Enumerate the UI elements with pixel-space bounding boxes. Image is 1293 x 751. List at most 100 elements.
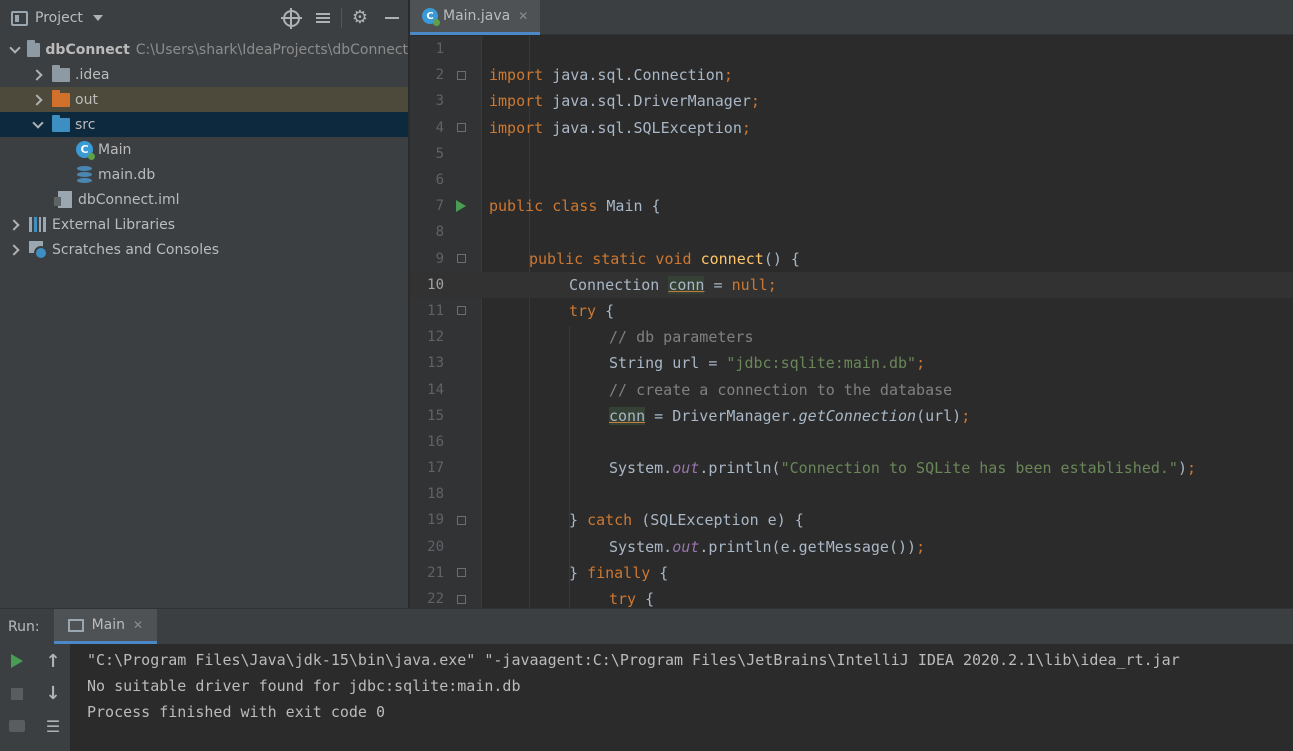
fold-icon[interactable] [456, 515, 466, 525]
tree-item-src[interactable]: src [0, 112, 408, 137]
code-token: Connection [569, 275, 669, 294]
code-token: String url = [609, 354, 727, 373]
fold-icon[interactable] [456, 254, 466, 264]
code-token: (SQLException e) { [632, 511, 804, 530]
scroll-down-button[interactable]: ↓ [41, 681, 65, 705]
arrow-down-icon: ↓ [45, 682, 61, 704]
code-token: { [596, 301, 615, 320]
code-token: import [489, 118, 544, 137]
chevron-right-icon[interactable] [32, 70, 42, 80]
line-number: 8 [435, 224, 444, 241]
locate-file-button[interactable] [275, 0, 307, 36]
collapse-all-button[interactable] [307, 0, 339, 36]
settings-button[interactable]: ⚙ [344, 0, 376, 36]
line-number: 7 [435, 198, 444, 215]
tree-item-main[interactable]: C Main [0, 137, 408, 162]
code-comment: // db parameters [609, 328, 754, 347]
code-line-current: 10 Connection conn = null; [410, 271, 1293, 298]
stop-button[interactable] [5, 682, 29, 706]
chevron-right-icon[interactable] [9, 220, 19, 230]
tree-item-dbconnect[interactable]: dbConnect C:\Users\shark\IdeaProjects\db… [0, 37, 408, 62]
console-output[interactable]: "C:\Program Files\Java\jdk-15\bin\java.e… [87, 647, 1180, 725]
code-line: 20 System. out .println(e.getMessage()); [410, 534, 1293, 560]
run-tab-label: Main [91, 617, 125, 633]
project-tree: dbConnect C:\Users\shark\IdeaProjects\db… [0, 37, 408, 262]
project-path: C:\Users\shark\IdeaProjects\dbConnect [135, 41, 408, 58]
code-line: 13 String url = "jdbc:sqlite:main.db"; [410, 350, 1293, 376]
code-comment: // create a connection to the database [609, 380, 953, 399]
code-token: } [569, 563, 588, 582]
fold-icon[interactable] [456, 306, 466, 316]
chevron-down-icon[interactable] [9, 45, 17, 55]
code-token: = [704, 275, 732, 294]
code-area[interactable]: 1 2 import java.sql.Connection; 3 import j… [410, 36, 1293, 608]
module-file-icon [54, 191, 72, 208]
fold-icon[interactable] [456, 70, 466, 80]
line-number: 22 [427, 591, 444, 608]
console-line: No suitable driver found for jdbc:sqlite… [87, 677, 521, 695]
code-token: java.sql.Connection [543, 66, 724, 85]
code-line: 9 public static void connect() { [410, 246, 1293, 272]
project-header: Project ⚙ [0, 0, 408, 36]
tab-label: Main.java [443, 8, 511, 24]
rerun-button[interactable] [5, 649, 29, 673]
soft-wrap-button[interactable]: ☰ [41, 714, 65, 738]
tree-item-out[interactable]: out [0, 87, 408, 112]
close-icon[interactable]: ✕ [518, 9, 528, 23]
scroll-up-button[interactable]: ↑ [41, 649, 65, 673]
code-token: } [569, 511, 588, 530]
code-token: { [650, 563, 669, 582]
code-token: () { [763, 249, 800, 268]
code-token: getConnection [798, 406, 917, 425]
fold-icon[interactable] [456, 568, 466, 578]
tree-item-label: src [75, 116, 96, 133]
scratches-icon [29, 241, 48, 260]
excluded-folder-icon [52, 89, 70, 107]
chevron-down-icon[interactable] [32, 120, 42, 130]
line-number: 18 [427, 486, 444, 503]
line-number: 17 [427, 460, 444, 477]
java-class-icon: C [422, 8, 440, 26]
tree-item-scratches[interactable]: Scratches and Consoles [0, 237, 408, 262]
code-token: conn [609, 406, 646, 425]
code-token: .println( [699, 459, 781, 478]
screenshot-button[interactable] [5, 714, 29, 738]
tree-item-idea[interactable]: .idea [0, 62, 408, 87]
hide-panel-button[interactable] [376, 0, 408, 36]
close-icon[interactable]: ✕ [133, 618, 143, 632]
database-icon [77, 166, 92, 183]
line-number: 16 [427, 433, 444, 450]
run-gutter-button[interactable] [452, 200, 470, 213]
tree-item-label: out [75, 91, 98, 108]
tree-item-external-libraries[interactable]: External Libraries [0, 212, 408, 237]
run-tab-main[interactable]: Main ✕ [53, 609, 158, 644]
tree-item-iml[interactable]: dbConnect.iml [0, 187, 408, 212]
code-line: 4 import java.sql.SQLException; [410, 115, 1293, 141]
arrow-up-icon: ↑ [45, 650, 61, 672]
line-number: 12 [427, 329, 444, 346]
fold-icon[interactable] [456, 123, 466, 133]
code-line: 21} finally { [410, 560, 1293, 586]
soft-wrap-icon: ☰ [45, 716, 61, 736]
tree-item-main-db[interactable]: main.db [0, 162, 408, 187]
code-line: 12 // db parameters [410, 324, 1293, 350]
editor: C Main.java ✕ 1 2 import java.sql.Connect… [410, 0, 1293, 608]
chevron-right-icon[interactable] [32, 95, 42, 105]
camera-icon [9, 720, 25, 732]
project-view-selector[interactable]: Project [11, 10, 103, 26]
fold-icon[interactable] [456, 594, 466, 604]
run-icon[interactable] [456, 200, 466, 213]
code-token: catch [587, 511, 633, 530]
gutter-mark [452, 123, 470, 133]
project-folder-icon [26, 39, 41, 57]
code-token: try [609, 590, 637, 608]
code-token: out [672, 537, 700, 556]
line-number: 11 [427, 302, 444, 319]
run-header: Run: Main ✕ [0, 609, 1293, 644]
code-token: ; [916, 537, 926, 556]
chevron-right-icon[interactable] [9, 245, 19, 255]
code-token: ; [741, 118, 751, 137]
code-token: java.sql.SQLException [543, 118, 742, 137]
code-line: 18 [410, 481, 1293, 507]
tab-main-java[interactable]: C Main.java ✕ [410, 0, 541, 35]
